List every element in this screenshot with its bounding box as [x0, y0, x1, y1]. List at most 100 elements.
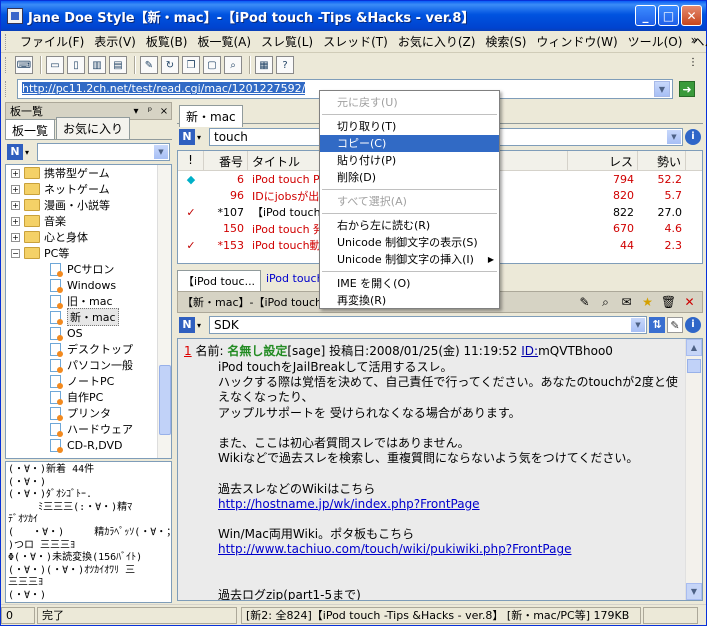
- tab-thread-ipod-touch-tips[interactable]: 【iPod touc...: [177, 270, 262, 291]
- collapse-icon[interactable]: −: [11, 248, 20, 258]
- context-menu-item[interactable]: 元に戻す(U): [320, 94, 499, 111]
- addressbar-grip[interactable]: [5, 81, 8, 97]
- panel-menu-icon[interactable]: ▾: [129, 106, 143, 117]
- tree-scrollbar[interactable]: [157, 165, 171, 458]
- layout-2-icon[interactable]: ▯: [67, 56, 85, 74]
- menu-item[interactable]: 表示(V): [89, 33, 141, 50]
- menu-item[interactable]: 検索(S): [480, 33, 531, 50]
- search-toggle-icon[interactable]: ⇅: [649, 317, 665, 333]
- panel-close-icon[interactable]: ×: [157, 106, 171, 117]
- column-momentum[interactable]: 勢い: [638, 151, 686, 170]
- tree-item[interactable]: 自作PC: [6, 389, 171, 405]
- post-link[interactable]: http://www.tachiuo.com/touch/wiki/pukiwi…: [218, 542, 688, 557]
- tree-item[interactable]: Windows: [6, 277, 171, 293]
- tree-item[interactable]: + 漫画・小説等: [6, 197, 171, 213]
- expand-icon[interactable]: +: [11, 200, 20, 210]
- menubar-grip[interactable]: [5, 34, 8, 50]
- online-toggle-icon[interactable]: ⌨: [15, 56, 33, 74]
- tree-item[interactable]: + 携帯型ゲーム: [6, 165, 171, 181]
- context-menu-item[interactable]: 貼り付け(P): [320, 152, 499, 169]
- tree-item[interactable]: 新・mac: [6, 308, 171, 326]
- copy-icon[interactable]: ❐: [182, 56, 200, 74]
- filter-mode-dropdown-icon[interactable]: ▾: [197, 321, 207, 330]
- write-icon[interactable]: ✎: [140, 56, 158, 74]
- tree-item[interactable]: 旧・mac: [6, 293, 171, 309]
- menu-item[interactable]: 板一覧(A): [192, 33, 256, 50]
- memo-icon[interactable]: ✉: [618, 294, 635, 310]
- thread-view-scrollbar[interactable]: ▲ ▼: [685, 339, 702, 600]
- tree-scroll-thumb[interactable]: [159, 365, 171, 435]
- search-icon[interactable]: ⌕: [597, 294, 614, 310]
- help-icon[interactable]: ?: [276, 56, 294, 74]
- toolbar-grip[interactable]: [5, 57, 8, 73]
- tree-item[interactable]: + ネットゲーム: [6, 181, 171, 197]
- menu-item[interactable]: スレ覧(L): [256, 33, 318, 50]
- expand-icon[interactable]: +: [11, 216, 20, 226]
- pen-icon[interactable]: ✎: [576, 294, 593, 310]
- tree-item[interactable]: PCサロン: [6, 261, 171, 277]
- grid-icon[interactable]: ▦: [255, 56, 273, 74]
- scroll-down-icon[interactable]: ▼: [686, 583, 702, 600]
- refresh-icon[interactable]: ↻: [161, 56, 179, 74]
- chevron-down-icon[interactable]: ▼: [667, 130, 681, 144]
- menu-item[interactable]: お気に入り(Z): [393, 33, 481, 50]
- tree-item[interactable]: ノートPC: [6, 373, 171, 389]
- context-menu-item[interactable]: 右から左に読む(R): [320, 217, 499, 234]
- window-icon[interactable]: ▢: [203, 56, 221, 74]
- context-menu-item[interactable]: Unicode 制御文字の挿入(I) ▶: [320, 251, 499, 268]
- context-menu-item[interactable]: Unicode 制御文字の表示(S): [320, 234, 499, 251]
- maximize-button[interactable]: □: [658, 5, 679, 26]
- context-menu-item[interactable]: 再変換(R): [320, 292, 499, 309]
- board-filter-input[interactable]: ▼: [37, 143, 170, 161]
- edit-icon[interactable]: ✎: [667, 317, 683, 333]
- title-bar[interactable]: Jane Doe Style【新・mac】-【iPod touch -Tips …: [1, 1, 706, 31]
- context-menu-item[interactable]: 削除(D): [320, 169, 499, 186]
- tab-board-list[interactable]: 板一覧: [5, 119, 56, 139]
- tree-item[interactable]: プリンタ: [6, 405, 171, 421]
- info-icon[interactable]: i: [685, 317, 701, 333]
- chevron-down-icon[interactable]: ▼: [631, 318, 645, 332]
- trash-icon[interactable]: 🗑: [660, 294, 677, 310]
- scroll-up-icon[interactable]: ▲: [686, 339, 702, 356]
- column-res[interactable]: レス: [568, 151, 638, 170]
- toolbar-more-chevron[interactable]: ⋮: [688, 57, 698, 68]
- layout-4-icon[interactable]: ▤: [109, 56, 127, 74]
- close-thread-icon[interactable]: ✕: [681, 294, 698, 310]
- n-filter-icon[interactable]: N: [7, 144, 23, 160]
- tab-favorites[interactable]: お気に入り: [56, 117, 131, 139]
- close-button[interactable]: ✕: [681, 5, 702, 26]
- search-icon[interactable]: ⌕: [224, 56, 242, 74]
- tree-item[interactable]: + 心と身体: [6, 229, 171, 245]
- tree-item[interactable]: OS: [6, 325, 171, 341]
- thread-view-scroll-thumb[interactable]: [687, 359, 701, 373]
- n-filter-icon[interactable]: N: [179, 317, 195, 333]
- context-menu-item[interactable]: コピー(C): [320, 135, 499, 152]
- expand-icon[interactable]: +: [11, 232, 20, 242]
- chevron-down-icon[interactable]: ▼: [154, 145, 168, 159]
- url-dropdown-icon[interactable]: ▼: [654, 81, 670, 97]
- context-menu-item[interactable]: IME を開く(O): [320, 275, 499, 292]
- app-icon[interactable]: [7, 8, 23, 24]
- tree-item[interactable]: ハードウェア: [6, 421, 171, 437]
- panel-pin-icon[interactable]: ᵖ: [143, 106, 157, 117]
- tree-item[interactable]: パソコン一般: [6, 357, 171, 373]
- thread-search-input[interactable]: SDK ▼: [209, 316, 647, 334]
- post-id-label[interactable]: ID:: [521, 344, 538, 358]
- n-filter-icon[interactable]: N: [179, 129, 195, 145]
- info-icon[interactable]: i: [685, 129, 701, 145]
- context-menu-item[interactable]: すべて選択(A): [320, 193, 499, 210]
- menu-more-chevron[interactable]: »: [691, 33, 698, 47]
- expand-icon[interactable]: +: [11, 168, 20, 178]
- column-mark[interactable]: !: [178, 151, 204, 170]
- layout-1-icon[interactable]: ▭: [46, 56, 64, 74]
- go-arrow-icon[interactable]: ➜: [679, 81, 695, 97]
- layout-3-icon[interactable]: ▥: [88, 56, 106, 74]
- favorite-star-icon[interactable]: ★: [639, 294, 656, 310]
- menu-item[interactable]: ファイル(F): [15, 33, 89, 50]
- tree-item[interactable]: − PC等: [6, 245, 171, 261]
- minimize-button[interactable]: _: [635, 5, 656, 26]
- tree-item[interactable]: + 音楽: [6, 213, 171, 229]
- tree-item[interactable]: デスクトップ: [6, 341, 171, 357]
- tab-board-shin-mac[interactable]: 新・mac: [179, 105, 243, 127]
- menu-item[interactable]: ツール(O): [623, 33, 688, 50]
